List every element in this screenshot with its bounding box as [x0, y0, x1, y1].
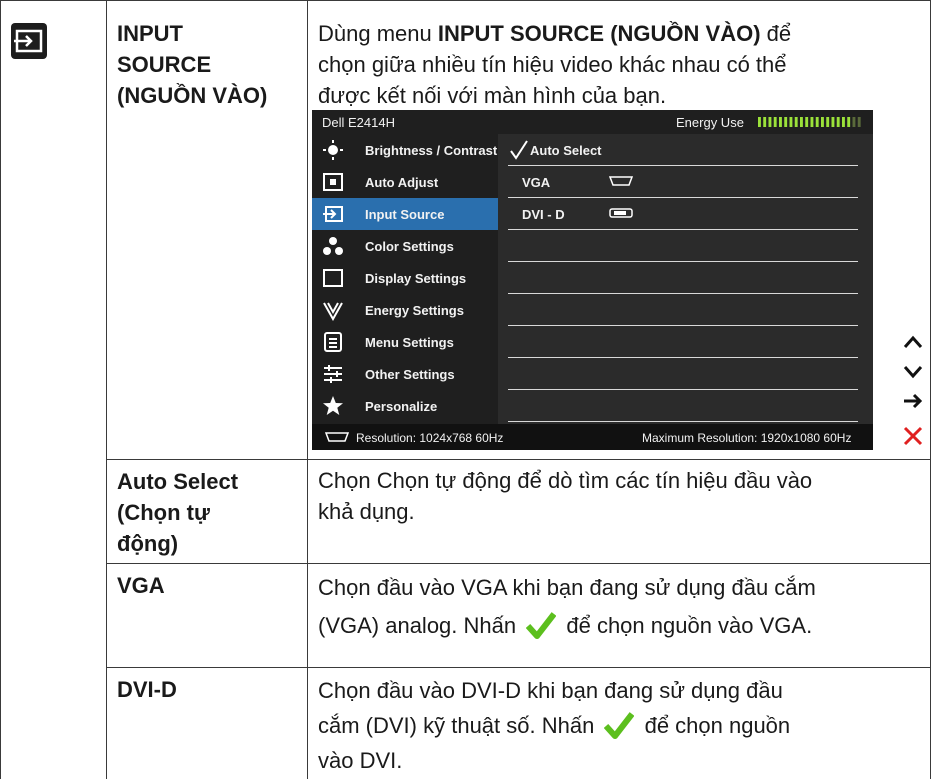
row-desc-dvi-d: Chọn đầu vào DVI-D khi bạn đang sử dụng …	[318, 678, 791, 773]
row-desc-auto-select: Chọn Chọn tự động để dò tìm các tín hiệu…	[318, 468, 813, 524]
enter-arrow-icon[interactable]	[901, 389, 925, 413]
table-border	[106, 667, 931, 668]
display-settings-icon	[323, 269, 343, 287]
menu-item-label: Input Source	[365, 207, 445, 222]
energy-meter-segment	[857, 117, 861, 127]
menu-item-label: Menu Settings	[365, 335, 454, 350]
input-source-icon	[323, 206, 343, 222]
energy-meter-segment	[784, 117, 788, 127]
vga-connector-icon	[608, 176, 634, 186]
energy-meter-segment	[836, 117, 840, 127]
vga-connector-icon	[324, 432, 350, 442]
energy-meter-segment	[794, 117, 798, 127]
energy-meter-segment	[805, 117, 809, 127]
energy-meter-segment	[758, 117, 761, 127]
energy-meter-segment	[789, 117, 793, 127]
down-arrow-icon[interactable]	[901, 359, 925, 383]
energy-meter-segment	[768, 117, 772, 127]
color-settings-icon	[323, 237, 343, 255]
menu-item-label: Brightness / Contrast	[365, 143, 498, 158]
maximum-resolution: Maximum Resolution: 1920x1080 60Hz	[642, 431, 852, 445]
brightness-icon	[323, 140, 343, 160]
menu-item-label: Personalize	[365, 399, 438, 414]
table-border	[106, 459, 931, 460]
table-border	[106, 563, 931, 564]
energy-use-label: Energy Use	[676, 115, 744, 130]
energy-meter-segment	[847, 117, 851, 127]
option-row-empty	[508, 358, 858, 390]
row-label-auto-select: Auto Select (Chọn tự động)	[117, 469, 239, 556]
personalize-icon	[323, 396, 343, 415]
energy-meter-segment	[821, 117, 824, 127]
menu-item-other-settings[interactable]: Other Settings	[312, 358, 498, 390]
row-desc-vga: Chọn đầu vào VGA khi bạn đang sử dụng đầ…	[318, 575, 816, 639]
option-row-empty	[508, 262, 858, 294]
menu-item-label: Energy Settings	[365, 303, 464, 318]
exit-x-icon[interactable]	[901, 424, 925, 448]
energy-meter-segment	[815, 117, 819, 127]
osd-menu-screenshot: Dell E2414H Energy Use Brightness / Cont…	[312, 110, 873, 450]
energy-meter-segment	[810, 117, 814, 127]
osd-main-menu: Brightness / Contrast Auto Adjust Input …	[312, 134, 498, 424]
menu-item-label: Auto Adjust	[365, 175, 439, 190]
table-border	[307, 0, 308, 779]
auto-adjust-icon	[323, 173, 343, 191]
menu-item-color-settings[interactable]: Color Settings	[312, 230, 498, 262]
energy-meter-segment	[826, 117, 830, 127]
osd-title: Dell E2414H	[322, 115, 395, 130]
energy-meter-segment	[800, 117, 803, 127]
energy-meter-segment	[852, 117, 856, 127]
up-arrow-icon[interactable]	[901, 331, 925, 355]
row-label-input-source: INPUT SOURCE (NGUỒN VÀO)	[117, 21, 268, 108]
osd-submenu: Auto Select VGA DVI - D	[498, 134, 873, 424]
menu-item-auto-adjust[interactable]: Auto Adjust	[312, 166, 498, 198]
option-auto-select[interactable]: Auto Select	[508, 134, 858, 166]
document-table: INPUT SOURCE (NGUỒN VÀO) Dùng menu INPUT…	[0, 0, 931, 779]
green-checkmark-icon	[526, 612, 557, 639]
energy-meter-segment	[831, 117, 835, 127]
energy-use-meter	[758, 117, 861, 127]
energy-meter-segment	[763, 117, 767, 127]
menu-item-label: Other Settings	[365, 367, 455, 382]
option-row-empty	[508, 230, 858, 262]
option-dvi-d[interactable]: DVI - D	[508, 198, 858, 230]
menu-item-display-settings[interactable]: Display Settings	[312, 262, 498, 294]
option-label: DVI - D	[522, 207, 565, 222]
menu-item-label: Color Settings	[365, 239, 454, 254]
row-label-dvi-d: DVI-D	[117, 677, 177, 702]
option-vga[interactable]: VGA	[508, 166, 858, 198]
current-resolution: Resolution: 1024x768 60Hz	[356, 431, 504, 445]
energy-meter-segment	[842, 117, 845, 127]
osd-footer: Resolution: 1024x768 60Hz Maximum Resolu…	[312, 424, 873, 450]
menu-item-menu-settings[interactable]: Menu Settings	[312, 326, 498, 358]
energy-meter-segment	[779, 117, 782, 127]
other-settings-icon	[324, 365, 342, 383]
row-label-vga: VGA	[117, 573, 165, 598]
option-row-empty	[508, 294, 858, 326]
row-desc-input-source: Dùng menu INPUT SOURCE (NGUỒN VÀO) để ch…	[318, 21, 792, 108]
menu-item-label: Display Settings	[365, 271, 467, 286]
energy-settings-icon	[323, 302, 343, 321]
menu-item-energy-settings[interactable]: Energy Settings	[312, 294, 498, 326]
table-border	[0, 0, 931, 1]
option-label: VGA	[522, 175, 551, 190]
table-border	[106, 0, 107, 779]
option-row-empty	[508, 326, 858, 358]
green-checkmark-icon	[604, 712, 635, 739]
menu-item-input-source[interactable]: Input Source	[312, 198, 498, 230]
dvi-connector-icon	[609, 208, 633, 218]
menu-item-personalize[interactable]: Personalize	[312, 390, 498, 422]
osd-header: Dell E2414H Energy Use	[312, 110, 873, 134]
energy-meter-segment	[773, 117, 777, 127]
option-label: Auto Select	[530, 143, 602, 158]
table-border	[0, 0, 1, 779]
option-row-empty	[508, 390, 858, 422]
input-source-icon	[11, 23, 47, 59]
checkmark-icon	[510, 140, 528, 160]
menu-item-brightness-contrast[interactable]: Brightness / Contrast	[312, 134, 498, 166]
menu-settings-icon	[324, 332, 342, 352]
